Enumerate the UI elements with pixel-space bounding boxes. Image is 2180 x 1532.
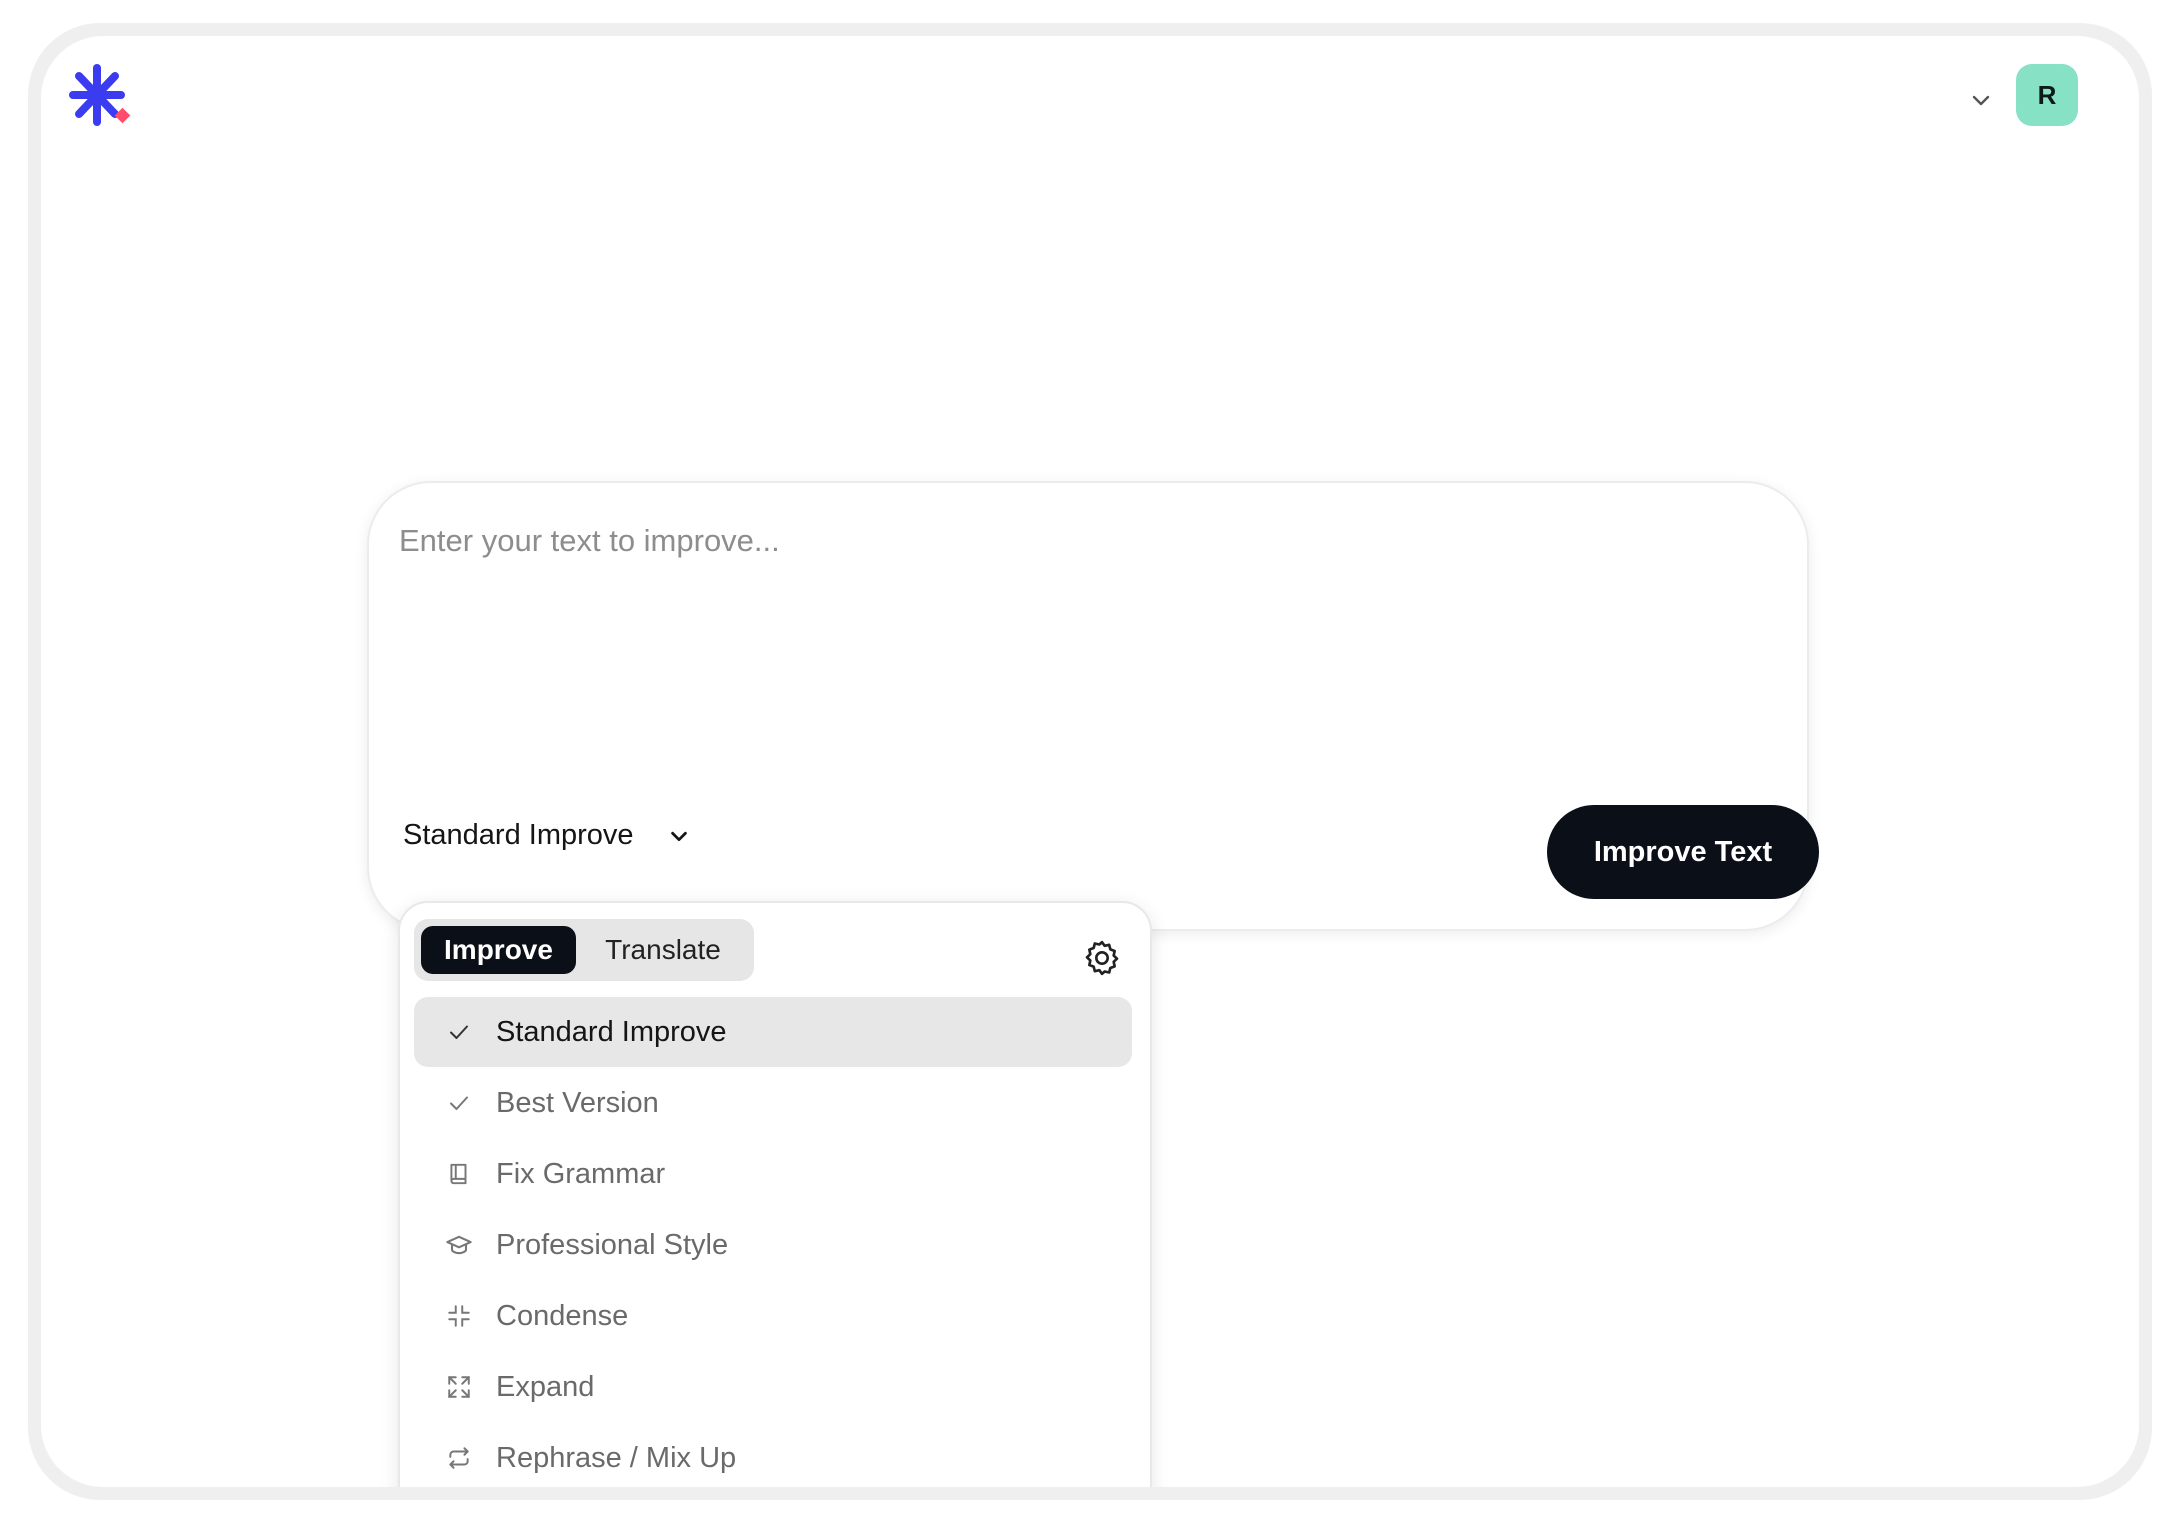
user-avatar[interactable]: R <box>2016 64 2078 126</box>
settings-button[interactable] <box>1080 936 1124 980</box>
menu-item-standard-improve[interactable]: Standard Improve <box>414 997 1132 1067</box>
menu-item-best-version[interactable]: Best Version <box>414 1068 1132 1138</box>
menu-item-label: Standard Improve <box>496 1015 727 1048</box>
mode-dropdown: Improve Translate Standard Improve Best … <box>398 901 1152 1487</box>
menu-item-label: Fix Grammar <box>496 1157 666 1190</box>
menu-item-label: Expand <box>496 1370 595 1403</box>
menu-item-condense[interactable]: Condense <box>414 1281 1132 1351</box>
gear-icon <box>1085 940 1119 976</box>
menu-item-rephrase[interactable]: Rephrase / Mix Up <box>414 1423 1132 1487</box>
tab-improve[interactable]: Improve <box>421 926 576 974</box>
asterisk-logo-icon[interactable] <box>65 62 133 130</box>
account-menu-toggle[interactable] <box>1963 82 1999 118</box>
tab-translate[interactable]: Translate <box>582 926 744 974</box>
book-icon <box>444 1159 474 1189</box>
chevron-down-icon <box>1972 95 1990 106</box>
graduation-cap-icon <box>444 1230 474 1260</box>
text-input[interactable] <box>399 523 1769 703</box>
mode-select-label: Standard Improve <box>403 819 634 851</box>
app-window: R Standard Improve Improve Text Improve … <box>41 36 2139 1487</box>
menu-item-label: Rephrase / Mix Up <box>496 1441 737 1474</box>
repeat-icon <box>444 1443 474 1473</box>
chevron-down-icon <box>670 831 687 841</box>
menu-item-fix-grammar[interactable]: Fix Grammar <box>414 1139 1132 1209</box>
menu-item-label: Condense <box>496 1299 629 1332</box>
improve-text-button[interactable]: Improve Text <box>1547 805 1819 899</box>
avatar-initial: R <box>2037 79 2057 110</box>
check-icon <box>444 1088 474 1118</box>
mode-select[interactable]: Standard Improve <box>403 819 690 852</box>
expand-icon <box>444 1372 474 1402</box>
editor-card: Standard Improve Improve Text <box>367 481 1819 931</box>
menu-item-label: Best Version <box>496 1086 659 1119</box>
collapse-icon <box>444 1301 474 1331</box>
menu-item-expand[interactable]: Expand <box>414 1352 1132 1422</box>
mode-tabs: Improve Translate <box>414 919 754 981</box>
menu-item-professional-style[interactable]: Professional Style <box>414 1210 1132 1280</box>
check-icon <box>444 1017 474 1047</box>
menu-item-label: Professional Style <box>496 1228 729 1261</box>
